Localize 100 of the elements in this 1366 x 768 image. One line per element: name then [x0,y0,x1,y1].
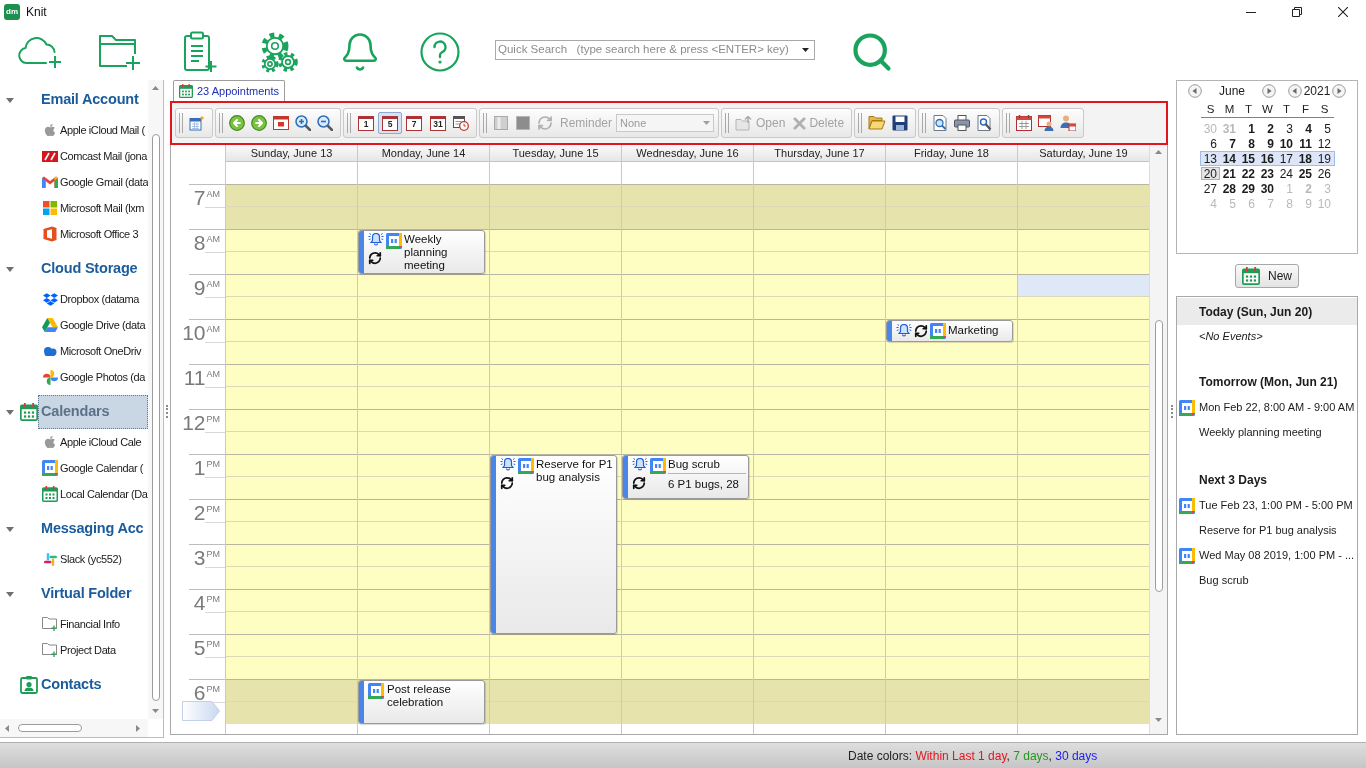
agenda-section-header[interactable]: Tomorrow (Mon, Jun 21) [1177,368,1357,395]
calendar-day[interactable]: 24 [1277,167,1296,180]
calendar-day[interactable]: 13 [1201,152,1220,165]
collapse-arrow-icon[interactable] [6,97,14,103]
forward-button[interactable] [248,112,270,134]
sidebar-section[interactable]: Cloud Storage [38,252,148,286]
appointment[interactable]: Bug scrub 6 P1 bugs, 28 [622,455,749,499]
sidebar-item[interactable]: Apple iCloud Mail ( [42,117,145,143]
view-button[interactable]: 31 [426,112,450,134]
quick-search-field[interactable]: Quick Search (type search here & press <ENTER> key) [495,40,815,60]
next-month-button[interactable] [1262,83,1276,98]
splitter-handle[interactable] [166,404,168,418]
agenda-event-time[interactable]: Tue Feb 23, 1:00 PM - 5:00 PM [1199,497,1353,514]
sidebar-item[interactable]: Local Calendar (Da [42,481,148,507]
scroll-right-icon[interactable] [136,724,140,732]
calendar-day[interactable]: 25 [1296,167,1315,180]
view-button[interactable]: 7 [402,112,426,134]
sidebar-item[interactable]: Google Gmail (data [42,169,149,195]
agenda-section-header[interactable]: Next 3 Days [1177,466,1357,493]
scrollbar-thumb[interactable] [1154,320,1163,592]
calendar-day[interactable]: 1 [1239,122,1258,135]
appointment[interactable]: Weekly planning meeting [358,230,485,274]
calendar-day[interactable]: 3 [1277,122,1296,135]
clipboard-plus-icon[interactable] [182,31,218,73]
calendar-day[interactable]: 5 [1315,122,1334,135]
calendar-day[interactable]: 8 [1239,137,1258,150]
appointment[interactable]: Post release celebration [358,680,485,724]
calendar-day[interactable]: 9 [1258,137,1277,150]
sidebar-item[interactable]: Apple iCloud Cale [42,429,142,455]
calendar-day[interactable]: 10 [1277,137,1296,150]
calendar-day[interactable]: 6 [1201,137,1220,150]
scroll-down-icon[interactable] [1155,718,1162,722]
agenda-section-header[interactable]: Today (Sun, Jun 20) [1177,298,1357,325]
scrollbar-thumb[interactable] [18,724,82,732]
collapse-arrow-icon[interactable] [6,409,14,415]
splitter-handle[interactable] [1171,404,1173,418]
agenda-event-title[interactable]: Reserve for P1 bug analysis [1199,522,1337,539]
sidebar-section[interactable]: Virtual Folder [38,577,148,611]
sidebar-item[interactable]: Financial Info [42,611,120,637]
search-icon[interactable] [850,30,894,74]
sidebar-section[interactable]: Messaging Acc [38,512,148,546]
help-icon[interactable] [420,32,460,72]
view-button[interactable]: 1 [354,112,378,134]
calendar-day[interactable]: 23 [1258,167,1277,180]
sidebar-item[interactable]: Google Drive (data [42,312,146,338]
sidebar-item[interactable]: Microsoft Mail (lxm [42,195,145,221]
calendar-day[interactable]: 19 [1315,152,1334,165]
calendar-day[interactable]: 21 [1220,167,1239,180]
sidebar-section[interactable]: Contacts [38,668,148,702]
scroll-down-icon[interactable] [152,709,159,713]
calendar-day[interactable]: 16 [1258,152,1277,165]
calendar-day[interactable]: 29 [1239,182,1258,195]
sidebar-item[interactable]: Slack (yc552) [42,546,122,572]
calendar-day[interactable]: 11 [1296,137,1315,150]
previous-month-button[interactable] [1188,83,1202,98]
cloud-plus-icon[interactable] [17,35,63,69]
calendar-day[interactable]: 28 [1220,182,1239,195]
collapse-arrow-icon[interactable] [6,526,14,532]
sidebar-section[interactable]: Email Account [38,83,148,117]
gears-icon[interactable] [261,31,299,73]
agenda-event-time[interactable]: Wed May 08 2019, 1:00 PM - ... [1199,547,1355,564]
scroll-up-icon[interactable] [152,86,159,90]
view-button[interactable]: 5 [378,112,402,134]
calendar-day[interactable]: 7 [1220,137,1239,150]
scroll-up-icon[interactable] [1155,150,1162,154]
agenda-event-title[interactable]: Bug scrub [1199,572,1249,589]
collapse-arrow-icon[interactable] [6,591,14,597]
calendar-day[interactable]: 26 [1315,167,1334,180]
calendar-day[interactable]: 2 [1258,122,1277,135]
zoom-in-button[interactable] [292,112,314,134]
calendar-day[interactable]: 12 [1315,137,1334,150]
sidebar-item[interactable]: Google Calendar ( [42,455,144,481]
sidebar-item[interactable]: Dropbox (datama [42,286,139,312]
calendar-day[interactable]: 27 [1201,182,1220,195]
calendar-day[interactable]: 4 [1296,122,1315,135]
agenda-event-title[interactable]: Weekly planning meeting [1199,424,1322,441]
next-year-button[interactable] [1332,83,1346,98]
zoom-out-button[interactable] [314,112,336,134]
calendar-day[interactable]: 14 [1220,152,1239,165]
appointment[interactable]: Reserve for P1 bug analysis [490,455,617,634]
back-button[interactable] [226,112,248,134]
sidebar-item[interactable]: Microsoft Office 3 [42,221,139,247]
tab[interactable]: 23 Appointments [173,80,285,101]
scroll-left-icon[interactable] [5,724,9,732]
collapse-arrow-icon[interactable] [6,266,14,272]
calendar-day[interactable]: 30 [1258,182,1277,195]
sidebar-item[interactable]: Microsoft OneDriv [42,338,142,364]
dropdown-arrow-icon[interactable] [802,48,809,52]
agenda-event-time[interactable]: Mon Feb 22, 8:00 AM - 9:00 AM [1199,399,1355,416]
appointment[interactable]: Marketing [886,320,1013,342]
calendar-day[interactable]: 18 [1296,152,1315,165]
calendar-day[interactable]: 22 [1239,167,1258,180]
new-button[interactable]: New [1235,264,1299,288]
calendar-day[interactable]: 20 [1201,167,1220,180]
calendar-day[interactable]: 15 [1239,152,1258,165]
sidebar-item[interactable]: Comcast Mail (jona [42,143,147,169]
calendar-day[interactable]: 17 [1277,152,1296,165]
folder-plus-icon[interactable] [97,33,143,71]
previous-year-button[interactable] [1288,83,1302,98]
scrollbar-thumb[interactable] [151,134,160,701]
